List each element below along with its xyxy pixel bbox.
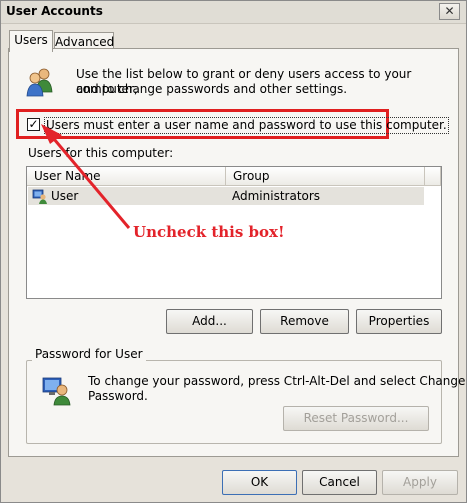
tab-users[interactable]: Users: [9, 30, 53, 52]
ok-button-label: OK: [250, 475, 269, 489]
apply-button-label: Apply: [403, 475, 437, 489]
cancel-button[interactable]: Cancel: [302, 470, 377, 495]
remove-button-label: Remove: [280, 314, 329, 328]
annotation-text: Uncheck this box!: [133, 223, 285, 241]
add-button[interactable]: Add...: [166, 309, 253, 334]
cancel-button-label: Cancel: [319, 475, 360, 489]
tab-users-label: Users: [14, 33, 48, 47]
reset-password-button[interactable]: Reset Password...: [283, 406, 429, 431]
password-info-line-2: Password.: [88, 389, 148, 403]
add-button-label: Add...: [192, 314, 227, 328]
apply-button[interactable]: Apply: [382, 470, 458, 495]
user-accounts-window: User Accounts ✕ Users Advanced Use the l…: [0, 0, 467, 503]
ok-button[interactable]: OK: [222, 470, 297, 495]
password-group-title: Password for User: [32, 347, 146, 362]
properties-button-label: Properties: [368, 314, 430, 328]
reset-password-button-label: Reset Password...: [303, 411, 409, 425]
user-password-icon: [42, 377, 71, 406]
properties-button[interactable]: Properties: [356, 309, 442, 334]
password-info-line-1: To change your password, press Ctrl-Alt-…: [88, 374, 466, 388]
remove-button[interactable]: Remove: [260, 309, 349, 334]
